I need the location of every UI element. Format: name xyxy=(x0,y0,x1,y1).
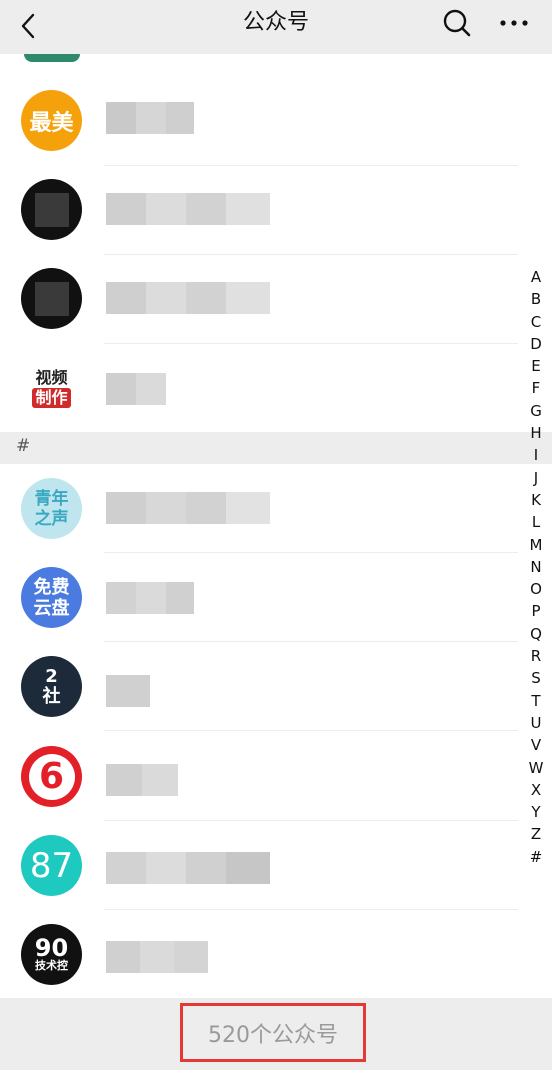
account-name-blurred xyxy=(106,193,270,225)
index-letter[interactable]: I xyxy=(526,444,546,466)
list-item[interactable]: 视频 制作 xyxy=(0,343,552,432)
account-name-blurred xyxy=(106,102,194,134)
account-name-blurred xyxy=(106,492,270,524)
index-letter[interactable]: L xyxy=(526,511,546,533)
index-letter[interactable]: H xyxy=(526,422,546,444)
index-letter[interactable]: P xyxy=(526,600,546,622)
top-bar: 公众号 xyxy=(0,0,552,54)
index-letter[interactable]: R xyxy=(526,645,546,667)
account-avatar: 6 xyxy=(21,746,82,807)
chevron-left-icon xyxy=(21,13,35,39)
account-avatar xyxy=(21,268,82,329)
index-letter[interactable]: V xyxy=(526,734,546,756)
account-avatar: 最美 xyxy=(21,90,82,151)
index-letter[interactable]: X xyxy=(526,779,546,801)
account-avatar xyxy=(21,179,82,240)
alphabet-index[interactable]: A B C D E F G H I J K L M N O P Q R S T U V W X Y Z # xyxy=(526,266,546,868)
index-letter[interactable]: W xyxy=(526,757,546,779)
account-avatar: 视频 制作 xyxy=(21,357,82,418)
index-letter[interactable]: B xyxy=(526,288,546,310)
list-item[interactable]: 最美 xyxy=(0,76,552,165)
account-avatar: 青年 之声 xyxy=(21,478,82,539)
list-item[interactable]: 6 xyxy=(0,730,552,819)
footer: 520个公众号 xyxy=(0,998,552,1070)
account-name-blurred xyxy=(106,852,270,884)
account-name-blurred xyxy=(106,282,270,314)
index-letter[interactable]: D xyxy=(526,333,546,355)
account-avatar: 90 技术控 xyxy=(21,924,82,985)
index-letter[interactable]: J xyxy=(526,467,546,489)
list-item[interactable]: 2 社 xyxy=(0,641,552,730)
list-item[interactable]: 87 xyxy=(0,820,552,909)
more-dots-icon xyxy=(500,20,528,26)
index-letter[interactable]: # xyxy=(526,846,546,868)
index-letter[interactable]: T xyxy=(526,690,546,712)
index-letter[interactable]: U xyxy=(526,712,546,734)
account-name-blurred xyxy=(106,582,194,614)
list-item[interactable]: 青年 之声 xyxy=(0,464,552,553)
search-icon xyxy=(443,9,471,37)
list-item[interactable]: 免费 云盘 xyxy=(0,552,552,641)
index-letter[interactable]: K xyxy=(526,489,546,511)
index-letter[interactable]: M xyxy=(526,534,546,556)
index-letter[interactable]: Y xyxy=(526,801,546,823)
account-name-blurred xyxy=(106,764,178,796)
account-name-blurred xyxy=(106,941,208,973)
account-count: 520个公众号 xyxy=(180,1003,366,1062)
list-item[interactable] xyxy=(0,254,552,343)
index-letter[interactable]: S xyxy=(526,667,546,689)
more-button[interactable] xyxy=(494,6,534,40)
back-button[interactable] xyxy=(14,8,42,44)
account-avatar: 免费 云盘 xyxy=(21,567,82,628)
index-letter[interactable]: C xyxy=(526,311,546,333)
account-avatar: 2 社 xyxy=(21,656,82,717)
search-button[interactable] xyxy=(440,6,474,40)
account-name-blurred xyxy=(106,373,166,405)
index-letter[interactable]: E xyxy=(526,355,546,377)
index-letter[interactable]: Z xyxy=(526,823,546,845)
index-letter[interactable]: A xyxy=(526,266,546,288)
index-letter[interactable]: N xyxy=(526,556,546,578)
account-avatar: 87 xyxy=(21,835,82,896)
index-letter[interactable]: G xyxy=(526,400,546,422)
index-letter[interactable]: F xyxy=(526,377,546,399)
index-letter[interactable]: Q xyxy=(526,623,546,645)
list-item[interactable]: 90 技术控 xyxy=(0,909,552,998)
list-item[interactable] xyxy=(0,165,552,254)
section-header: # xyxy=(0,432,552,464)
account-name-blurred xyxy=(106,675,150,707)
partial-avatar xyxy=(24,54,80,62)
index-letter[interactable]: O xyxy=(526,578,546,600)
